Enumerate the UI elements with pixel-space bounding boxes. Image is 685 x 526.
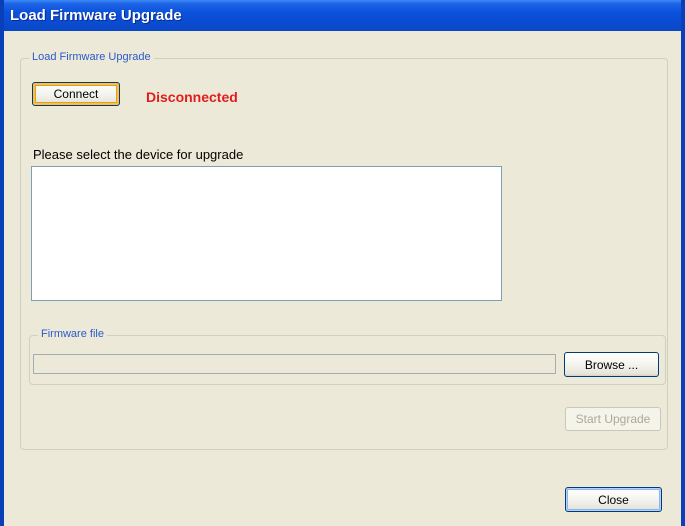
load-firmware-group-legend: Load Firmware Upgrade: [29, 51, 154, 63]
device-list[interactable]: [31, 166, 502, 301]
connection-status: Disconnected: [146, 89, 238, 105]
firmware-file-path-field[interactable]: [33, 354, 556, 374]
close-button[interactable]: Close: [565, 487, 662, 512]
device-select-prompt: Please select the device for upgrade: [33, 147, 244, 162]
browse-button[interactable]: Browse ...: [564, 352, 659, 377]
window-title: Load Firmware Upgrade: [10, 7, 182, 24]
firmware-upgrade-dialog: Load Firmware Upgrade Load Firmware Upgr…: [0, 0, 685, 526]
connect-button[interactable]: Connect: [32, 82, 120, 106]
start-upgrade-button[interactable]: Start Upgrade: [565, 407, 661, 431]
firmware-file-group-legend: Firmware file: [38, 328, 107, 340]
title-bar[interactable]: Load Firmware Upgrade: [4, 0, 681, 31]
